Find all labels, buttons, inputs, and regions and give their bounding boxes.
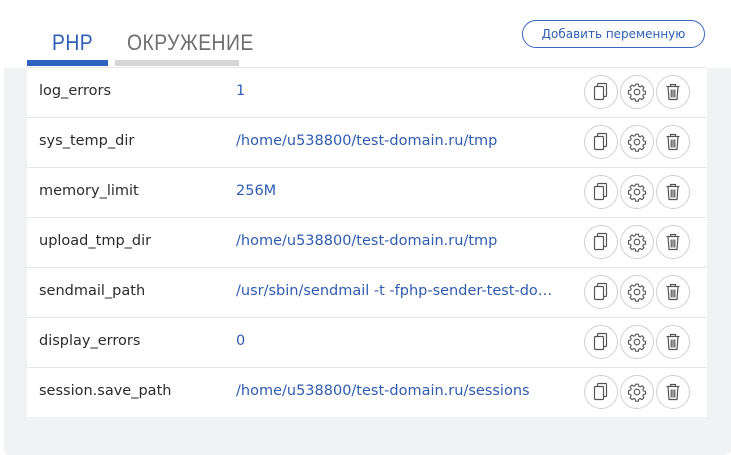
copy-button[interactable] — [584, 375, 618, 409]
row-actions — [584, 325, 690, 359]
trash-icon — [666, 233, 680, 251]
gear-icon — [627, 383, 647, 402]
settings-button[interactable] — [620, 175, 654, 209]
variable-value: /home/u538800/test-domain.ru/tmp — [236, 233, 498, 249]
gear-icon — [627, 83, 647, 102]
gear-icon — [627, 233, 647, 252]
row-actions — [584, 75, 690, 109]
delete-button[interactable] — [656, 275, 690, 309]
copy-button[interactable] — [584, 75, 618, 109]
variable-name: upload_tmp_dir — [39, 233, 152, 249]
copy-button[interactable] — [584, 325, 618, 359]
copy-icon — [593, 82, 608, 101]
trash-icon — [666, 333, 680, 351]
trash-icon — [666, 83, 680, 101]
table-row: display_errors 0 — [27, 318, 707, 368]
delete-button[interactable] — [656, 375, 690, 409]
copy-icon — [593, 282, 608, 301]
delete-button[interactable] — [656, 225, 690, 259]
variable-value: 1 — [236, 83, 246, 99]
row-actions — [584, 375, 690, 409]
variable-name: session.save_path — [39, 383, 172, 399]
variable-value: /home/u538800/test-domain.ru/tmp — [236, 133, 498, 149]
copy-icon — [593, 232, 608, 251]
variables-table: log_errors 1 sys_temp_dir /home/u538800/… — [27, 67, 707, 417]
copy-icon — [593, 182, 608, 201]
row-actions — [584, 275, 690, 309]
copy-icon — [593, 382, 608, 401]
table-row: session.save_path /home/u538800/test-dom… — [27, 368, 707, 417]
variable-name: display_errors — [39, 333, 141, 349]
copy-button[interactable] — [584, 175, 618, 209]
tab-environment[interactable]: ОКРУЖЕНИЕ — [127, 30, 254, 55]
delete-button[interactable] — [656, 175, 690, 209]
trash-icon — [666, 133, 680, 151]
settings-button[interactable] — [620, 325, 654, 359]
gear-icon — [627, 283, 647, 302]
trash-icon — [666, 183, 680, 201]
table-row: upload_tmp_dir /home/u538800/test-domain… — [27, 218, 707, 268]
settings-button[interactable] — [620, 375, 654, 409]
variable-name: sys_temp_dir — [39, 133, 135, 149]
gear-icon — [627, 183, 647, 202]
row-actions — [584, 125, 690, 159]
tab-environment-indicator — [115, 60, 239, 66]
table-row: memory_limit 256M — [27, 168, 707, 218]
table-row: sendmail_path /usr/sbin/sendmail -t -fph… — [27, 268, 707, 318]
variable-name: memory_limit — [39, 183, 139, 199]
table-row: log_errors 1 — [27, 67, 707, 118]
settings-button[interactable] — [620, 275, 654, 309]
delete-button[interactable] — [656, 325, 690, 359]
settings-button[interactable] — [620, 225, 654, 259]
variable-value: /home/u538800/test-domain.ru/sessions — [236, 383, 530, 399]
settings-button[interactable] — [620, 75, 654, 109]
variable-name: log_errors — [39, 83, 112, 99]
copy-icon — [593, 132, 608, 151]
copy-button[interactable] — [584, 125, 618, 159]
copy-button[interactable] — [584, 225, 618, 259]
add-variable-button[interactable]: Добавить переменную — [522, 20, 705, 48]
settings-button[interactable] — [620, 125, 654, 159]
tab-php-active-indicator — [27, 60, 108, 66]
variable-value: 256M — [236, 183, 277, 199]
trash-icon — [666, 283, 680, 301]
copy-icon — [593, 332, 608, 351]
variable-value: 0 — [236, 333, 246, 349]
variable-value: /usr/sbin/sendmail -t -fphp-sender-test-… — [236, 283, 566, 299]
row-actions — [584, 225, 690, 259]
variable-name: sendmail_path — [39, 283, 146, 299]
table-row: sys_temp_dir /home/u538800/test-domain.r… — [27, 118, 707, 168]
row-actions — [584, 175, 690, 209]
delete-button[interactable] — [656, 75, 690, 109]
trash-icon — [666, 383, 680, 401]
tab-php[interactable]: PHP — [52, 30, 93, 55]
copy-button[interactable] — [584, 275, 618, 309]
gear-icon — [627, 133, 647, 152]
delete-button[interactable] — [656, 125, 690, 159]
gear-icon — [627, 333, 647, 352]
